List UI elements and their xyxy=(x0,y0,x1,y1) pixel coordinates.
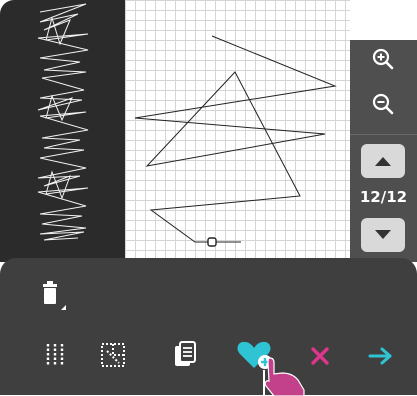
copy-pages-icon xyxy=(175,341,196,366)
triangle-down-icon xyxy=(375,230,391,239)
arrow-right-icon xyxy=(368,347,392,365)
page-counter: 12/12 xyxy=(359,188,408,206)
trash-icon xyxy=(43,281,66,310)
copy-button[interactable] xyxy=(168,338,202,372)
dotted-selection-icon xyxy=(101,343,125,367)
select-region-button[interactable] xyxy=(96,338,130,372)
panel-divider xyxy=(350,134,417,135)
stitch-preview xyxy=(0,0,130,262)
zoom-out-icon xyxy=(372,93,394,115)
stitch-end-point-handle[interactable] xyxy=(207,237,217,247)
vertical-dotted-lines-icon xyxy=(46,344,64,366)
page-up-button[interactable] xyxy=(361,144,405,178)
bottom-toolbar xyxy=(0,258,417,396)
zoom-page-panel: 12/12 xyxy=(350,40,417,262)
delete-button[interactable] xyxy=(34,278,70,314)
zoom-in-icon xyxy=(372,48,394,70)
triangle-up-icon xyxy=(375,157,391,166)
zoom-out-button[interactable] xyxy=(361,87,405,121)
stitch-preview-pattern xyxy=(37,3,89,241)
stitch-editor-grid[interactable] xyxy=(125,0,350,262)
stitch-path-canvas[interactable] xyxy=(125,0,350,262)
x-icon xyxy=(311,347,329,365)
star-stitch-repeats xyxy=(37,3,89,241)
hand-pointer-icon xyxy=(264,357,305,396)
page-down-button[interactable] xyxy=(361,218,405,252)
stitch-path xyxy=(134,35,337,243)
stitch-columns-button[interactable] xyxy=(38,338,72,372)
zoom-in-button[interactable] xyxy=(361,42,405,76)
next-button[interactable] xyxy=(364,340,398,372)
